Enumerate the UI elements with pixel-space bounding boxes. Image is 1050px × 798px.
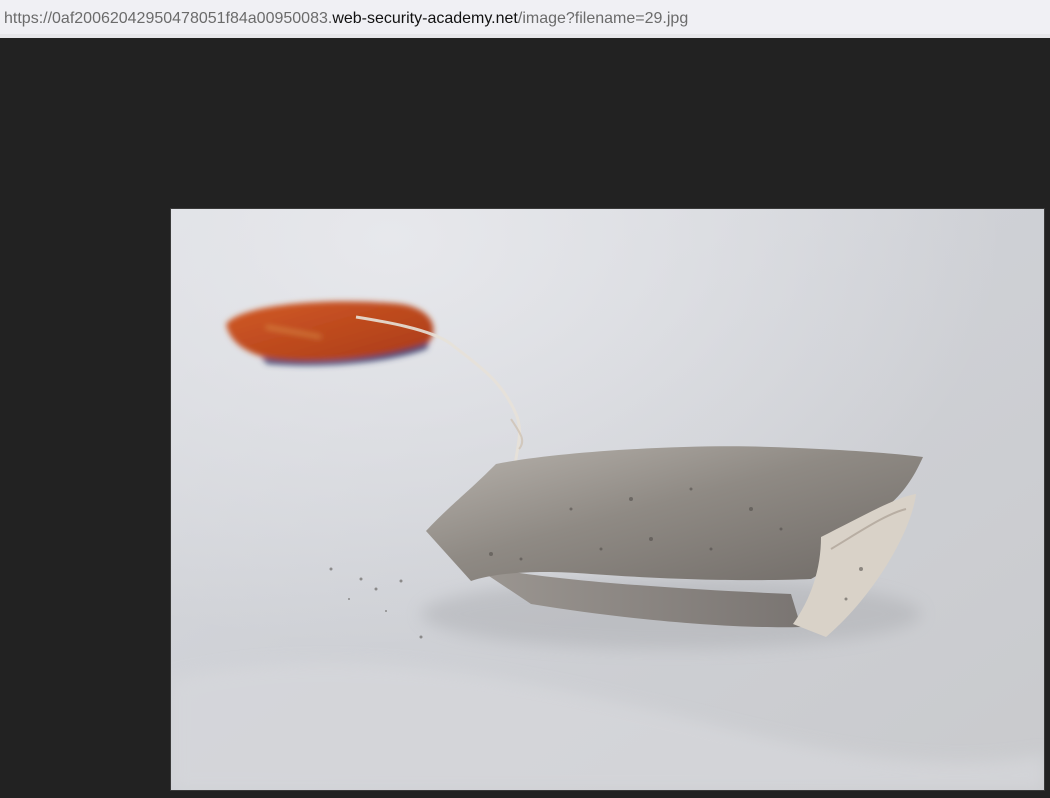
- url-prefix: https://0af20062042950478051f84a00950083…: [4, 10, 333, 27]
- url-host: web-security-academy.net: [332, 10, 518, 27]
- displayed-image[interactable]: [170, 208, 1045, 791]
- url-text[interactable]: https://0af20062042950478051f84a00950083…: [4, 9, 688, 29]
- url-path: /image?filename=29.jpg: [517, 10, 689, 27]
- tea-bag-photo-icon: [171, 209, 1044, 790]
- address-bar[interactable]: https://0af20062042950478051f84a00950083…: [0, 0, 1050, 38]
